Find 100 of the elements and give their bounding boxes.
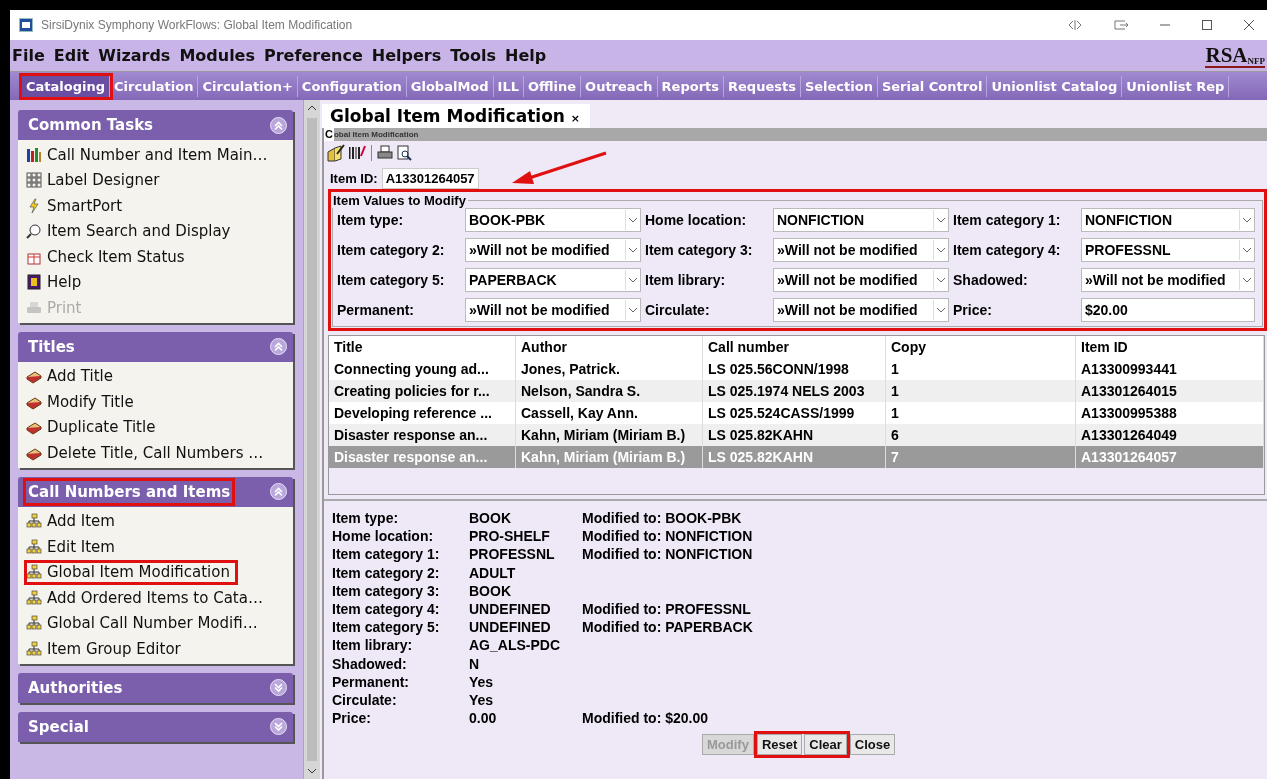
task-link[interactable]: Global Item Modification — [24, 559, 238, 585]
action-button[interactable]: Close — [849, 734, 896, 756]
task-link[interactable]: Modify Title — [24, 389, 293, 415]
module-tab[interactable]: Circulation+ — [198, 75, 298, 97]
dropdown[interactable]: »Will not be modified — [773, 238, 949, 262]
app-icon — [19, 18, 33, 32]
dropdown[interactable]: NONFICTION — [773, 208, 949, 232]
collapse-icon[interactable] — [270, 483, 287, 500]
dropdown[interactable]: »Will not be modified — [1081, 268, 1255, 292]
scrollbar[interactable] — [303, 100, 320, 779]
document-tab[interactable]: Global Item Modification × — [322, 104, 591, 128]
action-button[interactable]: Reset — [756, 734, 803, 756]
table-row[interactable]: Disaster response an... Kahn, Miriam (Miriam B.) LS 025.82KAHN 6 A13301264049 — [329, 424, 1264, 446]
close-icon[interactable] — [1243, 19, 1255, 31]
menu-item[interactable]: Wizards — [98, 46, 171, 65]
task-link[interactable]: SmartPort — [24, 193, 293, 219]
panel-header[interactable]: Call Numbers and Items — [18, 476, 293, 507]
task-link[interactable]: Call Number and Item Main… — [24, 142, 293, 168]
scroll-down-icon[interactable] — [307, 767, 317, 775]
task-link[interactable]: Item Search and Display — [24, 218, 293, 244]
module-tab[interactable]: Serial Control — [877, 75, 988, 97]
maximize-icon[interactable] — [1201, 19, 1213, 31]
module-tab[interactable]: Outreach — [581, 75, 658, 97]
module-tab[interactable]: ILL — [493, 75, 524, 97]
menu-item[interactable]: Tools — [450, 46, 496, 65]
panel-header[interactable]: Common Tasks — [18, 110, 293, 140]
menu-item[interactable]: Help — [505, 46, 547, 65]
panel-title: Call Numbers and Items — [26, 480, 233, 503]
collapse-icon[interactable] — [270, 116, 287, 134]
module-tab[interactable]: Unionlist Rep — [1122, 75, 1230, 97]
dropdown-arrow-icon[interactable] — [625, 300, 640, 320]
task-link[interactable]: Edit Item — [24, 534, 293, 560]
expand-icon[interactable] — [270, 679, 287, 696]
expand-icon[interactable] — [270, 718, 287, 735]
panel-header[interactable]: Titles — [18, 331, 293, 362]
table-row[interactable]: Creating policies for r... Nelson, Sandra S. LS 025.1974 NELS 2003 1 A13301264015 — [329, 380, 1264, 402]
price-field[interactable]: $20.00 — [1081, 298, 1255, 322]
module-tab[interactable]: Cataloging — [22, 75, 110, 97]
dropdown[interactable]: »Will not be modified — [465, 238, 641, 262]
item-id-field[interactable]: A13301264057 — [381, 167, 479, 189]
dropdown[interactable]: PROFESSNL — [1081, 238, 1255, 262]
collapse-icon[interactable] — [270, 338, 287, 355]
module-tab[interactable]: Requests — [724, 75, 801, 97]
dropdown-arrow-icon[interactable] — [625, 270, 640, 290]
modified-value: Modified to: PROFESSNL — [582, 600, 752, 619]
cast-icon[interactable] — [1113, 19, 1129, 31]
task-link[interactable]: Help — [24, 269, 293, 295]
dropdown-arrow-icon[interactable] — [625, 240, 640, 260]
task-link[interactable]: Add Item — [24, 508, 293, 534]
dropdown-arrow-icon[interactable] — [1239, 210, 1254, 230]
menu-item[interactable]: Helpers — [371, 46, 442, 65]
dropdown[interactable]: PAPERBACK — [465, 268, 641, 292]
printer-icon[interactable] — [377, 145, 393, 161]
menu-item[interactable]: File — [12, 46, 45, 65]
dropdown[interactable]: »Will not be modified — [465, 298, 641, 322]
dropdown-arrow-icon[interactable] — [1239, 240, 1254, 260]
task-link[interactable]: Add Title — [24, 363, 293, 389]
preview-icon[interactable] — [396, 145, 412, 161]
dropdown-arrow-icon[interactable] — [933, 240, 948, 260]
table-row[interactable]: Connecting young ad... Jones, Patrick. LS 025.56CONN/1998 1 A13300993441 — [329, 358, 1264, 380]
detail-label: Item category 1: — [332, 545, 441, 564]
module-tab[interactable]: Configuration — [297, 75, 407, 97]
dropdown-arrow-icon[interactable] — [933, 300, 948, 320]
barcode-icon[interactable] — [348, 144, 366, 162]
modified-value: Modified to: NONFICTION — [582, 527, 754, 546]
module-tab[interactable]: Selection — [800, 75, 878, 97]
task-link[interactable]: Label Designer — [24, 167, 293, 193]
dropdown-arrow-icon[interactable] — [1239, 270, 1254, 290]
field-label: Item ID: — [330, 170, 378, 186]
dropdown-arrow-icon[interactable] — [625, 210, 640, 230]
dropdown[interactable]: BOOK-PBK — [465, 208, 641, 232]
panel-header[interactable]: Special — [18, 711, 293, 742]
module-tab[interactable]: Reports — [657, 75, 724, 97]
edit-book-icon[interactable] — [327, 144, 345, 162]
module-tab[interactable]: Circulation — [110, 75, 199, 97]
task-link[interactable]: Add Ordered Items to Cata… — [24, 585, 293, 611]
module-tab[interactable]: Unionlist Catalog — [987, 75, 1123, 97]
action-button[interactable]: Clear — [804, 734, 847, 756]
help-icon — [26, 274, 42, 291]
scroll-up-icon[interactable] — [307, 104, 317, 112]
panel-header[interactable]: Authorities — [18, 672, 293, 703]
task-link[interactable]: Check Item Status — [24, 244, 293, 270]
menu-item[interactable]: Preference — [264, 46, 363, 65]
menu-item[interactable]: Modules — [179, 46, 255, 65]
task-link[interactable]: Global Call Number Modifi… — [24, 610, 293, 636]
detail-label: Home location: — [332, 527, 435, 546]
task-link[interactable]: Duplicate Title — [24, 414, 293, 440]
dropdown[interactable]: »Will not be modified — [773, 298, 949, 322]
dropdown[interactable]: »Will not be modified — [773, 268, 949, 292]
menu-item[interactable]: Edit — [53, 46, 90, 65]
dropdown-arrow-icon[interactable] — [933, 270, 948, 290]
snap-icon[interactable] — [1067, 19, 1083, 31]
dropdown-arrow-icon[interactable] — [933, 210, 948, 230]
table-row[interactable]: Developing reference ... Cassell, Kay Ann. LS 025.524CASS/1999 1 A13300995388 — [329, 402, 1264, 424]
module-tab[interactable]: GlobalMod — [406, 75, 494, 97]
task-link[interactable]: Item Group Editor — [24, 636, 293, 662]
dropdown[interactable]: NONFICTION — [1081, 208, 1255, 232]
module-tab[interactable]: Offline — [524, 75, 582, 97]
task-link[interactable]: Delete Title, Call Numbers … — [24, 440, 293, 466]
detail-value: N — [469, 654, 481, 673]
